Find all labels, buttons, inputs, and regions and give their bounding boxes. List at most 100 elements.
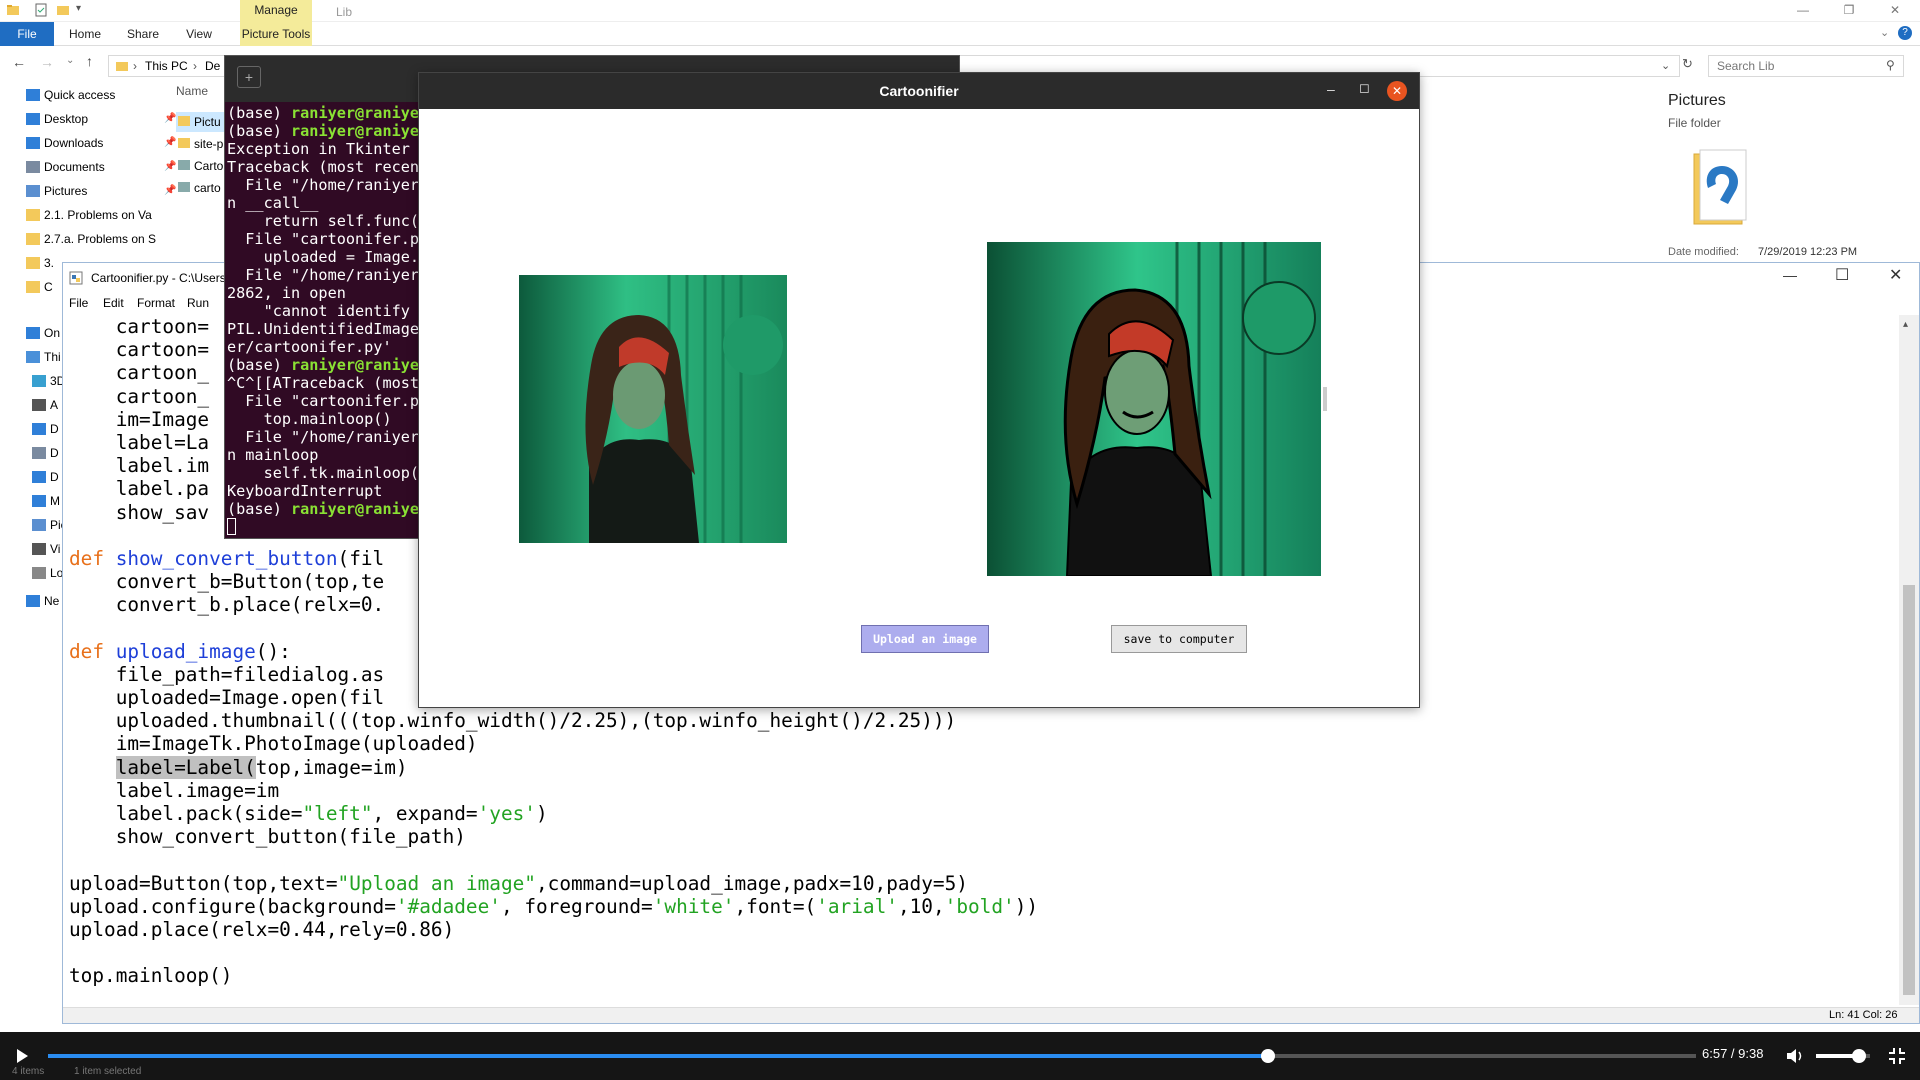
- code-token: 'bold': [944, 894, 1015, 918]
- terminal-token: (base): [227, 104, 292, 122]
- nav-item[interactable]: Vi: [32, 538, 61, 560]
- tab-home[interactable]: Home: [62, 22, 108, 46]
- code-token: , expand=: [372, 801, 478, 825]
- code-token: top,image=im): [255, 755, 408, 779]
- back-arrow-icon[interactable]: ←: [12, 54, 26, 70]
- nav-item[interactable]: D: [32, 418, 59, 440]
- volume-handle[interactable]: [1852, 1049, 1867, 1063]
- library-folder-icon: [1693, 149, 1747, 225]
- breadcrumb-this-pc[interactable]: This PC: [145, 59, 188, 73]
- download-icon: [32, 471, 46, 483]
- code-token: uploaded=Image.open(fil: [69, 686, 385, 709]
- tab-view[interactable]: View: [176, 22, 222, 46]
- terminal-line: n __call__: [227, 194, 428, 212]
- new-folder-icon[interactable]: [56, 3, 70, 17]
- file-list-item[interactable]: Carto: [176, 156, 226, 176]
- refresh-icon[interactable]: ↻: [1682, 56, 1693, 72]
- exit-fullscreen-icon[interactable]: [1888, 1047, 1906, 1065]
- terminal-line: "cannot identify: [227, 302, 428, 320]
- upload-image-button[interactable]: Upload an image: [861, 625, 989, 653]
- idle-window-title: Cartoonifier.py - C:\Users: [91, 271, 226, 285]
- nav-item[interactable]: C: [26, 276, 53, 298]
- chevron-down-icon[interactable]: ⌄: [1661, 59, 1670, 72]
- cartoon-image: [987, 242, 1321, 576]
- code-token: label.im: [69, 454, 210, 478]
- terminal-line: ^C^[[ATraceback (most: [227, 374, 428, 392]
- search-input[interactable]: Search Lib: [1708, 55, 1904, 77]
- nav-item[interactable]: Documents 📌: [26, 156, 176, 178]
- nav-item-label: Quick access: [44, 88, 116, 102]
- nav-item[interactable]: Desktop 📌: [26, 108, 176, 130]
- minimize-icon[interactable]: —: [1783, 267, 1797, 283]
- nav-item[interactable]: M: [32, 490, 60, 512]
- up-arrow-icon[interactable]: ↑: [86, 53, 93, 69]
- scrollbar-thumb[interactable]: [1903, 585, 1915, 995]
- restore-icon[interactable]: ❐: [1826, 0, 1872, 22]
- chevron-down-icon[interactable]: ⌄: [1880, 26, 1889, 39]
- seek-handle[interactable]: [1260, 1049, 1275, 1063]
- close-icon[interactable]: ✕: [1889, 265, 1902, 285]
- tab-file[interactable]: File: [0, 22, 54, 46]
- nav-item[interactable]: D: [32, 442, 59, 464]
- cursor-position: Ln: 41 Col: 26: [1829, 1009, 1898, 1021]
- help-icon[interactable]: ?: [1898, 26, 1912, 40]
- recent-locations-icon[interactable]: ⌄: [66, 55, 74, 66]
- nav-item[interactable]: Quick access: [26, 84, 116, 106]
- manage-contextual-tab[interactable]: Manage: [240, 0, 312, 22]
- menu-edit[interactable]: Edit: [103, 296, 124, 310]
- nav-item-label: Vi: [50, 542, 61, 556]
- breadcrumb-desktop[interactable]: De: [205, 59, 220, 73]
- save-to-computer-button[interactable]: save to computer: [1111, 625, 1247, 653]
- minimize-icon[interactable]: —: [1780, 0, 1826, 22]
- nav-item[interactable]: Pictures 📌: [26, 180, 176, 202]
- nav-item[interactable]: D: [32, 466, 59, 488]
- close-icon[interactable]: ✕: [1872, 0, 1918, 22]
- nav-item[interactable]: Thi: [26, 346, 61, 368]
- explorer-title-bar: ▾ Manage Lib — ❐ ✕: [0, 0, 1920, 22]
- nav-item[interactable]: 2.7.a. Problems on S: [26, 228, 156, 250]
- maximize-icon[interactable]: ◻: [1359, 80, 1370, 96]
- menu-run[interactable]: Run: [187, 296, 209, 310]
- menu-format[interactable]: Format: [137, 296, 175, 310]
- name-column-header[interactable]: Name: [176, 84, 208, 98]
- menu-file[interactable]: File: [69, 296, 88, 310]
- properties-icon[interactable]: [34, 3, 48, 17]
- close-icon[interactable]: ✕: [1387, 81, 1407, 101]
- play-icon[interactable]: [14, 1048, 30, 1064]
- vertical-scrollbar[interactable]: ▴: [1899, 315, 1919, 1005]
- nav-item[interactable]: Downloads 📌: [26, 132, 176, 154]
- nav-item[interactable]: On: [26, 322, 60, 344]
- window-resize-handle[interactable]: [1323, 387, 1327, 411]
- code-token: "Upload an image": [337, 871, 536, 895]
- file-name: Pictu: [194, 115, 221, 129]
- scroll-up-icon[interactable]: ▴: [1903, 319, 1908, 330]
- code-token: label.pa: [69, 477, 210, 501]
- terminal-line: KeyboardInterrupt: [227, 482, 428, 500]
- breadcrumb-separator-icon: ›: [193, 59, 197, 73]
- terminal-line: self.tk.mainloop(n: [227, 464, 429, 482]
- ribbon-tabs: File Home Share View Picture Tools ⌄ ?: [0, 22, 1920, 46]
- minimize-icon[interactable]: –: [1327, 81, 1335, 97]
- tab-picture-tools[interactable]: Picture Tools: [240, 22, 312, 46]
- nav-item-label: 3.: [44, 256, 55, 270]
- code-token: file_path=filedialog.as: [69, 662, 385, 686]
- file-list-item[interactable]: site-p: [176, 134, 226, 154]
- nav-item[interactable]: 3.: [26, 252, 55, 274]
- file-list-item[interactable]: carto: [176, 178, 226, 198]
- customize-quick-access-icon[interactable]: ▾: [76, 3, 81, 14]
- nav-item[interactable]: A: [32, 394, 58, 416]
- maximize-icon[interactable]: ☐: [1835, 265, 1849, 285]
- forward-arrow-icon[interactable]: →: [40, 54, 54, 70]
- code-token: 'yes': [477, 801, 536, 825]
- nav-item-label: D: [50, 470, 59, 484]
- python-file-icon: [69, 271, 83, 285]
- file-name: Carto: [194, 159, 224, 173]
- nav-item[interactable]: 2.1. Problems on Va: [26, 204, 152, 226]
- file-list-item[interactable]: Pictu: [176, 112, 226, 132]
- python-file-icon: [178, 182, 190, 192]
- nav-item[interactable]: Ne: [26, 590, 59, 612]
- new-tab-icon[interactable]: +: [237, 66, 261, 88]
- volume-icon[interactable]: [1786, 1048, 1804, 1064]
- tab-share[interactable]: Share: [118, 22, 168, 46]
